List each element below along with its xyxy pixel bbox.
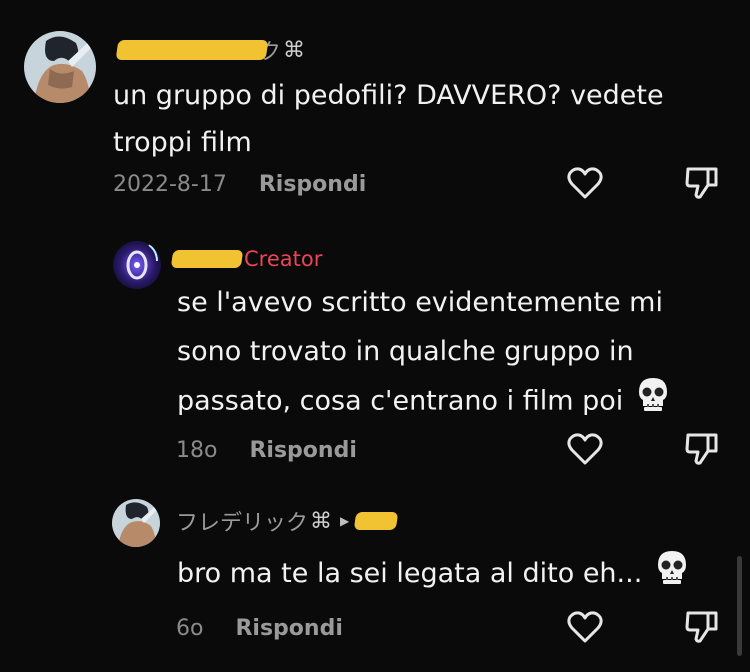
comment-text: un gruppo di pedofili? DAVVERO? vedete t…	[113, 72, 664, 166]
username-text: フレデリック	[176, 511, 309, 536]
avatar[interactable]	[113, 241, 161, 289]
comment-meta: 6o Rispondi	[176, 616, 343, 641]
avatar[interactable]	[112, 499, 160, 547]
comment-meta: 2022-8-17 Rispondi	[113, 172, 366, 197]
avatar-image	[113, 241, 161, 289]
skull-emoji	[636, 376, 670, 428]
scrollbar[interactable]	[737, 556, 742, 656]
redacted-username	[170, 250, 244, 268]
reply-to-arrow-icon: ▶	[340, 514, 350, 528]
comment-text-line: sono trovato in qualche gruppo in	[177, 336, 634, 367]
comment-text-line: un gruppo di pedofili? DAVVERO? vedete	[113, 80, 664, 111]
heart-outline-icon[interactable]	[567, 433, 603, 469]
comment-text-line: se l'avevo scritto evidentemente mi	[177, 287, 663, 318]
thumbs-down-outline-icon[interactable]	[685, 165, 719, 205]
heart-outline-icon[interactable]	[567, 611, 603, 647]
avatar[interactable]	[24, 31, 96, 103]
skull-emoji	[655, 549, 689, 600]
heart-outline-icon[interactable]	[567, 167, 603, 203]
avatar-image	[112, 499, 160, 547]
redacted-username	[115, 40, 269, 60]
thumbs-down-outline-icon[interactable]	[685, 609, 719, 649]
reply-button[interactable]: Rispondi	[235, 616, 342, 641]
reply-button[interactable]: Rispondi	[249, 438, 356, 463]
username[interactable]: フレデリック ⌘ ▶	[176, 505, 399, 537]
reply-button[interactable]: Rispondi	[259, 172, 366, 197]
comment-date: 2022-8-17	[113, 172, 227, 197]
comment-text: se l'avevo scritto evidentemente mi sono…	[177, 278, 670, 428]
celtic-knot-symbol: ⌘	[310, 508, 333, 534]
username[interactable]: ク ⌘	[115, 34, 306, 66]
thumbs-down-outline-icon[interactable]	[685, 431, 719, 471]
redacted-username	[353, 512, 399, 530]
avatar-image	[24, 31, 96, 103]
comment-text-line: passato, cosa c'entrano i film poi	[177, 385, 624, 417]
celtic-knot-symbol: ⌘	[283, 37, 306, 63]
comment-date: 6o	[176, 616, 204, 641]
comment-meta: 18o Rispondi	[176, 438, 357, 463]
comment-text-line: bro ma te la sei legata al dito eh...	[177, 558, 643, 589]
comment-text-line: troppi film	[113, 127, 252, 158]
username[interactable]: Creator	[170, 247, 323, 271]
comment-text: bro ma te la sei legata al dito eh...	[177, 549, 689, 600]
creator-label: Creator	[244, 247, 323, 271]
comment-date: 18o	[176, 438, 218, 463]
